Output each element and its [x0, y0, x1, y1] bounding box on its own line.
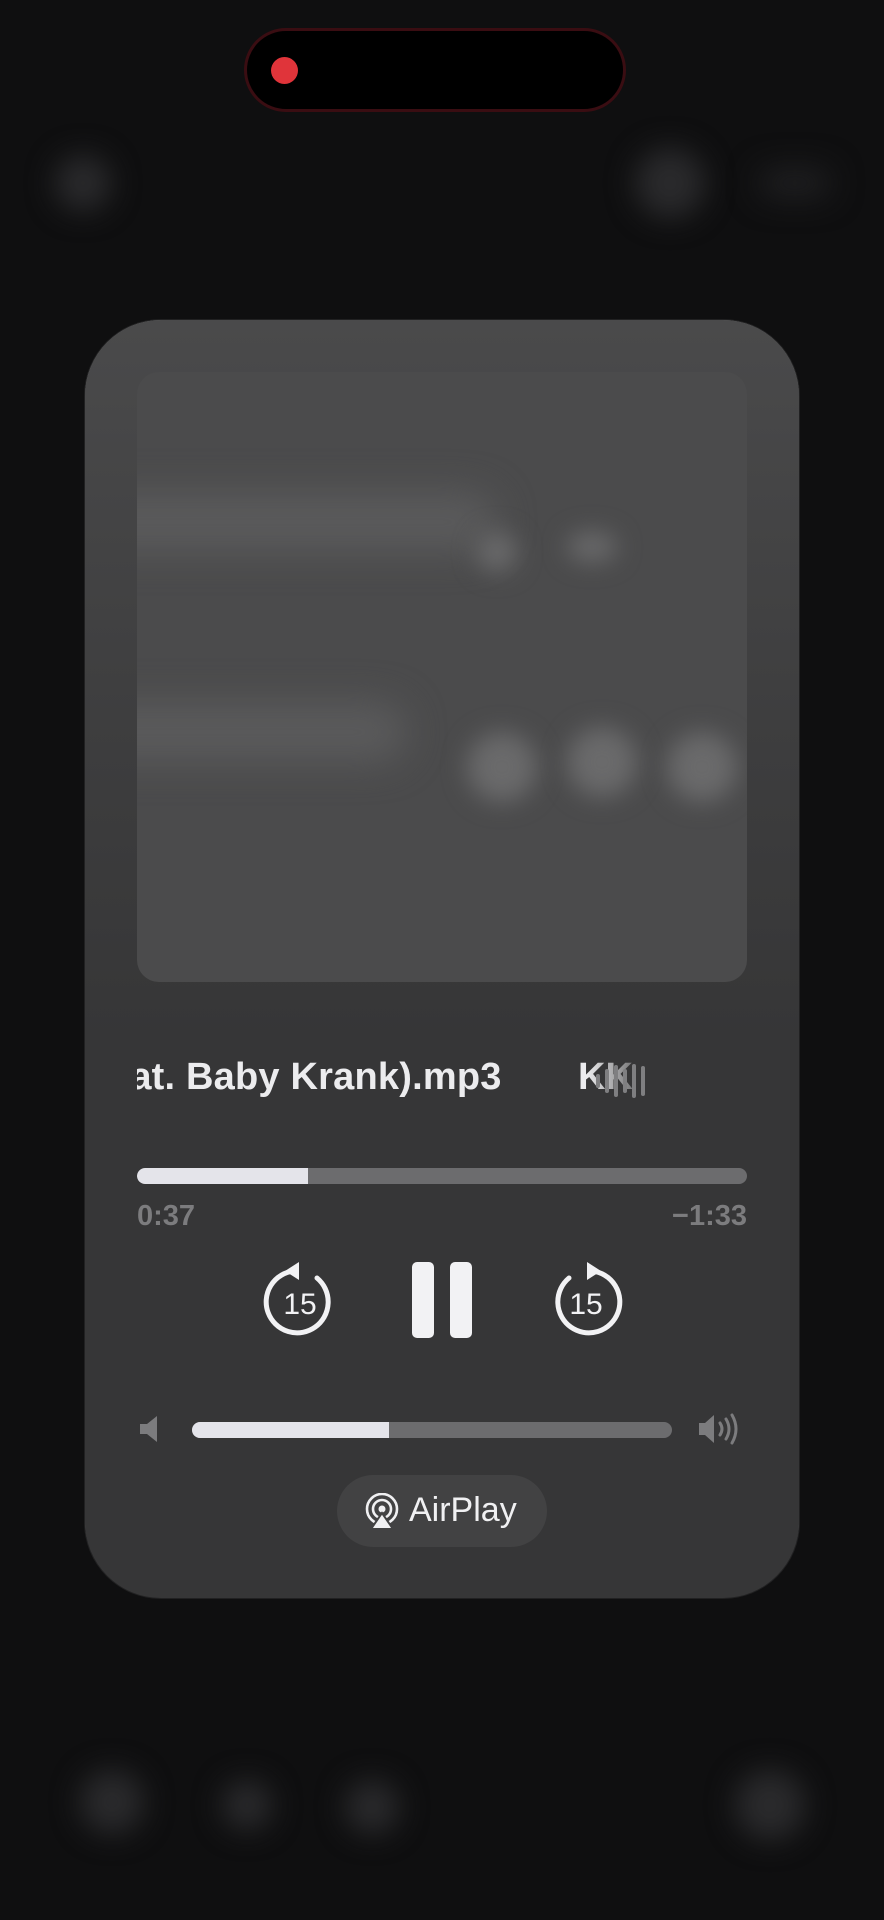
- pause-button[interactable]: [412, 1262, 472, 1338]
- goforward-15-icon: 15: [555, 1262, 623, 1336]
- skip-forward-label: 15: [569, 1288, 602, 1321]
- volume-slider[interactable]: [192, 1422, 672, 1438]
- waveform-icon: [596, 1062, 646, 1100]
- speaker-wave-3-icon: [699, 1413, 738, 1445]
- album-artwork: [137, 372, 747, 982]
- playback-scrubber[interactable]: [137, 1168, 747, 1184]
- skip-back-button[interactable]: 15: [263, 1260, 337, 1336]
- background-blur: [760, 170, 830, 196]
- background-blur: [345, 1780, 399, 1834]
- remaining-time: −1:33: [672, 1200, 747, 1232]
- speaker-icon: [140, 1416, 157, 1442]
- skip-back-label: 15: [283, 1288, 316, 1321]
- track-title: eat. Baby Krank).mp3: [137, 1056, 502, 1098]
- background-blur: [80, 1770, 144, 1834]
- skip-forward-button[interactable]: 15: [549, 1260, 623, 1336]
- background-blur: [735, 1770, 805, 1840]
- scrubber-fill: [137, 1168, 308, 1184]
- pause-icon: [412, 1262, 434, 1338]
- airplay-audio-icon: [365, 1493, 399, 1530]
- airplay-label: AirPlay: [409, 1491, 517, 1529]
- track-info: eat. Baby Krank).mp3 KK: [137, 1050, 747, 1110]
- background-blur: [635, 148, 705, 218]
- elapsed-time: 0:37: [137, 1200, 196, 1232]
- record-dot-icon: [271, 57, 298, 84]
- now-playing-card: eat. Baby Krank).mp3 KK 0:37 −1:33 15 15: [85, 320, 799, 1598]
- gobackward-15-icon: 15: [263, 1262, 331, 1336]
- background-blur: [222, 1780, 272, 1830]
- volume-fill: [192, 1422, 389, 1438]
- pause-icon: [450, 1262, 472, 1338]
- airplay-button[interactable]: AirPlay: [337, 1475, 547, 1547]
- background-blur: [55, 155, 111, 211]
- dynamic-island: [244, 28, 626, 112]
